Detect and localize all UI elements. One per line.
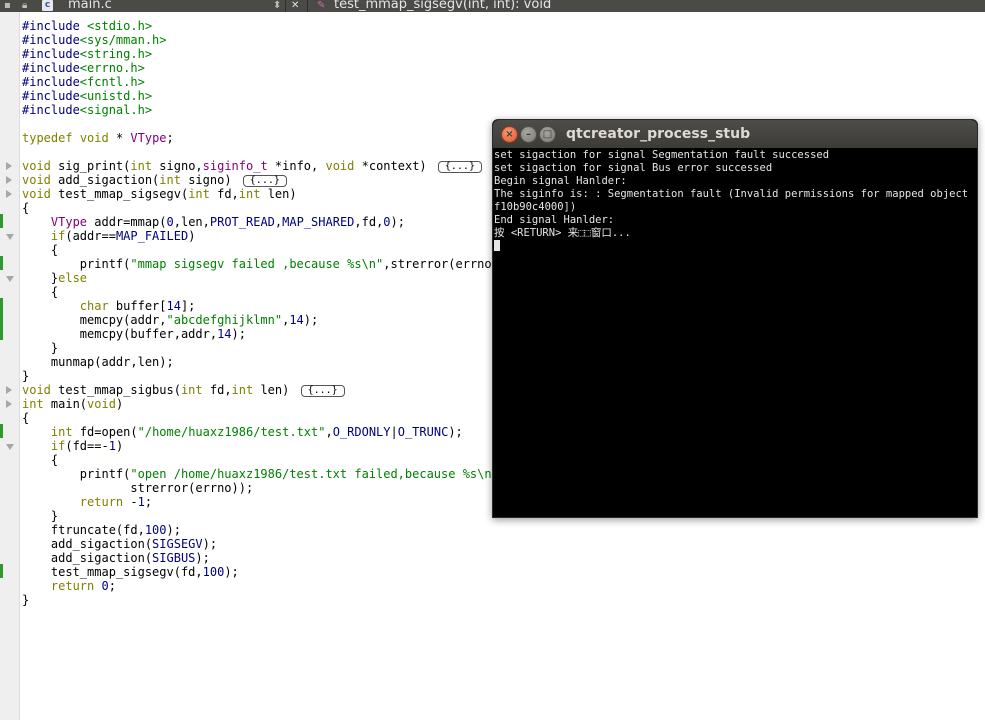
split-view-icon[interactable]: ▪	[4, 0, 11, 12]
terminal-line: End signal Hanlder:	[494, 214, 615, 226]
open-file-selector[interactable]: main.c	[68, 0, 112, 12]
fold-collapse-icon[interactable]	[6, 276, 14, 282]
fold-expand-icon[interactable]	[6, 176, 12, 184]
code-line[interactable]: return 0;	[22, 579, 985, 593]
code-line[interactable]: #include<sys/mman.h>	[22, 33, 985, 47]
window-close-button[interactable]: ×	[501, 126, 518, 143]
fold-expand-icon[interactable]	[6, 190, 12, 198]
maximize-icon: □	[542, 129, 553, 140]
function-symbol-icon: ✎	[317, 0, 326, 11]
lock-icon[interactable]: 🔒︎	[22, 0, 27, 12]
terminal-titlebar[interactable]: × – □ qtcreator_process_stub	[493, 120, 977, 148]
terminal-title: qtcreator_process_stub	[566, 126, 751, 142]
terminal-line: 按 <RETURN> 来⬚⬚窗口...	[494, 227, 631, 239]
close-icon: ×	[505, 129, 514, 140]
folded-block-button[interactable]: {...}	[437, 161, 482, 173]
code-line[interactable]: #include<errno.h>	[22, 61, 985, 75]
dropdown-arrows-icon[interactable]: ⬍	[273, 0, 281, 12]
terminal-cursor	[494, 240, 500, 251]
editor-gutter[interactable]	[0, 12, 20, 720]
window-minimize-button[interactable]: –	[520, 126, 537, 143]
fold-collapse-icon[interactable]	[6, 234, 14, 240]
code-line[interactable]: #include <stdio.h>	[22, 19, 985, 33]
toolbar-separator	[285, 0, 286, 12]
terminal-line: f10b90c4000])	[494, 201, 577, 213]
change-marker	[0, 564, 3, 578]
code-line[interactable]: add_sigaction(SIGSEGV);	[22, 537, 985, 551]
code-line[interactable]: test_mmap_sigsegv(fd,100);	[22, 565, 985, 579]
folded-block-button[interactable]: {...}	[300, 385, 345, 397]
minimize-icon: –	[526, 129, 531, 140]
terminal-line: set sigaction for signal Segmentation fa…	[494, 149, 830, 161]
fold-expand-icon[interactable]	[6, 386, 12, 394]
code-line[interactable]: #include<signal.h>	[22, 103, 985, 117]
window-maximize-button[interactable]: □	[539, 126, 556, 143]
c-source-file-icon: c	[42, 0, 53, 11]
close-icon[interactable]: ✕	[291, 0, 299, 12]
change-marker	[0, 298, 3, 340]
change-marker	[0, 214, 3, 228]
code-line[interactable]: #include<fcntl.h>	[22, 75, 985, 89]
terminal-window[interactable]: × – □ qtcreator_process_stub set sigacti…	[492, 119, 978, 518]
fold-expand-icon[interactable]	[6, 400, 12, 408]
function-selector[interactable]: test_mmap_sigsegv(int, int): void	[334, 0, 551, 12]
code-line[interactable]: add_sigaction(SIGBUS);	[22, 551, 985, 565]
fold-collapse-icon[interactable]	[6, 444, 14, 450]
terminal-output[interactable]: set sigaction for signal Segmentation fa…	[494, 149, 976, 515]
fold-expand-icon[interactable]	[6, 162, 12, 170]
code-line[interactable]: #include<string.h>	[22, 47, 985, 61]
code-line[interactable]: ftruncate(fd,100);	[22, 523, 985, 537]
toolbar-separator	[307, 0, 308, 12]
terminal-line: set sigaction for signal Bus error succe…	[494, 162, 773, 174]
folded-block-button[interactable]: {...}	[242, 175, 287, 187]
terminal-cursor-line	[494, 240, 976, 253]
terminal-line: The siginfo is: : Segmentation fault (In…	[494, 188, 976, 200]
code-line[interactable]: #include<unistd.h>	[22, 89, 985, 103]
change-marker	[0, 424, 3, 438]
terminal-line: Begin signal Hanlder:	[494, 175, 627, 187]
editor-toolbar: ▪ 🔒︎ c main.c ⬍ ✕ ✎ test_mmap_sigsegv(in…	[0, 0, 985, 12]
change-marker	[0, 256, 3, 270]
code-line[interactable]: }	[22, 593, 985, 607]
